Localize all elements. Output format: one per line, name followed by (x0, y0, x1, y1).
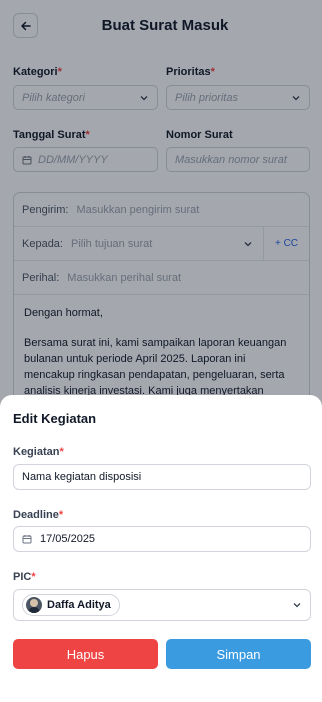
pic-chip[interactable]: Daffa Aditya (22, 594, 120, 616)
deadline-label: Deadline* (13, 509, 64, 521)
avatar (26, 597, 42, 613)
save-button[interactable]: Simpan (166, 639, 311, 669)
delete-button[interactable]: Hapus (13, 639, 158, 669)
kegiatan-label: Kegiatan* (13, 446, 64, 458)
edit-activity-sheet: Edit Kegiatan Kegiatan* Nama kegiatan di… (0, 395, 322, 702)
kegiatan-value: Nama kegiatan disposisi (22, 471, 142, 483)
pic-label: PIC* (13, 571, 36, 583)
calendar-icon (22, 534, 32, 544)
chevron-down-icon (292, 600, 302, 610)
pic-name: Daffa Aditya (47, 599, 111, 611)
kegiatan-input[interactable]: Nama kegiatan disposisi (13, 464, 311, 490)
sheet-title: Edit Kegiatan (13, 411, 97, 426)
deadline-input[interactable]: 17/05/2025 (13, 526, 311, 552)
pic-select[interactable]: Daffa Aditya (13, 589, 311, 621)
deadline-value: 17/05/2025 (40, 533, 96, 545)
